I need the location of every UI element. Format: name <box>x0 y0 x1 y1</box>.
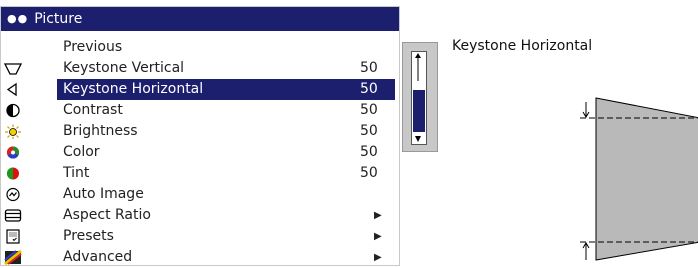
menu-item-label: Advanced <box>63 249 133 265</box>
brightness-icon <box>5 124 21 139</box>
menu-item-value: 50 <box>360 81 378 97</box>
menu-item-value: 50 <box>360 144 378 160</box>
menu-item-brightness[interactable]: Brightness 50 <box>1 121 395 142</box>
menu-item-presets[interactable]: Presets ▶ <box>1 226 395 247</box>
menu-list: Previous Keystone Vertical 50 Keystone H… <box>1 37 395 268</box>
menu-item-label: Keystone Vertical <box>63 60 185 76</box>
menu-item-label: Keystone Horizontal <box>63 81 204 97</box>
menu-item-label: Brightness <box>63 123 138 139</box>
menu-item-label: Auto Image <box>63 186 144 202</box>
picture-menu: ●● Picture Previous Keystone Vertical 50… <box>0 6 400 266</box>
color-icon <box>6 146 20 159</box>
menu-item-keystone-vertical[interactable]: Keystone Vertical 50 <box>1 58 395 79</box>
bottom-arrow-icon <box>582 242 590 260</box>
submenu-arrow-icon: ▶ <box>374 210 382 221</box>
menu-item-aspect-ratio[interactable]: Aspect Ratio ▶ <box>1 205 395 226</box>
menu-scrollbar[interactable] <box>402 42 438 152</box>
menu-item-value: 50 <box>360 102 378 118</box>
menu-item-label: Presets <box>63 228 114 244</box>
aspect-ratio-icon <box>4 209 22 222</box>
tint-icon <box>7 167 19 180</box>
auto-image-icon <box>6 187 20 202</box>
diagram-title: Keystone Horizontal <box>452 38 593 54</box>
menu-item-value: 50 <box>360 60 378 76</box>
menu-item-previous[interactable]: Previous <box>1 37 395 58</box>
menu-title: Picture <box>34 11 83 27</box>
submenu-arrow-icon: ▶ <box>374 231 382 242</box>
presets-icon <box>6 229 20 244</box>
scroll-up-indicator-icon <box>415 53 421 81</box>
contrast-icon <box>6 103 20 118</box>
menu-item-keystone-horizontal[interactable]: Keystone Horizontal 50 <box>1 79 395 100</box>
scroll-down-arrow-icon[interactable] <box>414 135 422 143</box>
submenu-arrow-icon: ▶ <box>374 252 382 263</box>
menu-item-contrast[interactable]: Contrast 50 <box>1 100 395 121</box>
menu-item-label: Color <box>63 144 100 160</box>
scroll-thumb[interactable] <box>413 90 425 132</box>
keystone-horizontal-icon <box>6 82 17 97</box>
menu-item-value: 50 <box>360 123 378 139</box>
menu-item-color[interactable]: Color 50 <box>1 142 395 163</box>
menu-item-label: Aspect Ratio <box>63 207 151 223</box>
menu-item-tint[interactable]: Tint 50 <box>1 163 395 184</box>
menu-item-label: Contrast <box>63 102 123 118</box>
menu-title-bar: ●● Picture <box>1 7 399 31</box>
top-arrow-icon <box>582 102 590 118</box>
menu-item-label: Previous <box>63 39 123 55</box>
keystone-vertical-icon <box>4 63 22 75</box>
keystone-horizontal-diagram <box>580 97 698 261</box>
advanced-icon <box>4 250 22 265</box>
menu-item-auto-image[interactable]: Auto Image <box>1 184 395 205</box>
menu-item-value: 50 <box>360 165 378 181</box>
menu-item-label: Tint <box>63 165 90 181</box>
menu-dots-icon: ●● <box>7 12 29 25</box>
menu-item-advanced[interactable]: Advanced ▶ <box>1 247 395 268</box>
